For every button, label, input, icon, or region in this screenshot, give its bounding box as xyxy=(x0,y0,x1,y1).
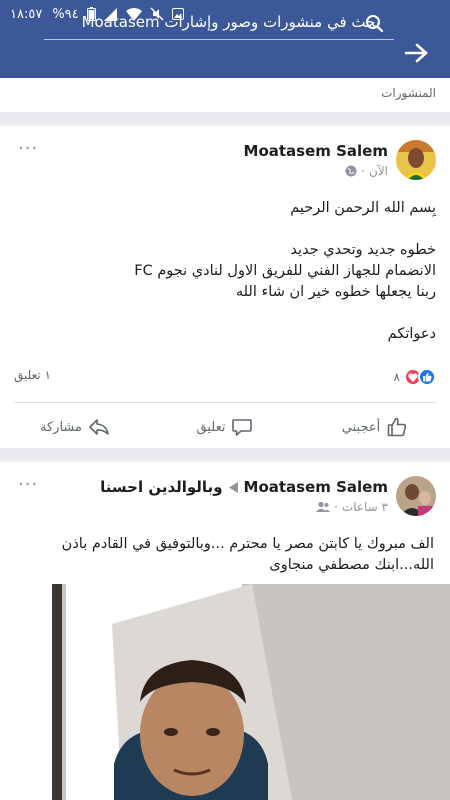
reaction-count: ٨ xyxy=(393,370,400,384)
divider xyxy=(14,402,436,403)
status-time: ١٨:٥٧ xyxy=(10,6,43,22)
avatar[interactable] xyxy=(396,140,436,180)
post-line: بِسم الله الرحمن الرحيم xyxy=(290,200,436,216)
avatar[interactable] xyxy=(396,476,436,516)
post-card: Moatasem Salem الآن · ··· بِسم الله الرح… xyxy=(0,126,450,448)
share-label: مشاركة xyxy=(40,419,82,435)
separator-dot: · xyxy=(334,500,338,514)
post-line xyxy=(14,219,436,240)
post-line xyxy=(14,303,436,324)
share-icon xyxy=(89,419,109,435)
like-button[interactable]: أعجبني xyxy=(300,412,450,442)
like-icon xyxy=(387,417,407,437)
post-body: الف مبروك يا كابتن مصر يا محترم ...وبالت… xyxy=(40,534,434,576)
post-photo[interactable] xyxy=(52,584,450,800)
post-author[interactable]: Moatasem Salem xyxy=(244,478,388,496)
reactions-summary[interactable]: ٨ xyxy=(394,368,436,386)
post-line: خطوه جديد وتحدي جديد xyxy=(290,242,436,258)
posts-section-header: المنشورات xyxy=(0,78,450,112)
post-card: وبالوالدين احسنا Moatasem Salem ٣ ساعات … xyxy=(0,462,450,800)
comment-count[interactable]: ١ تعليق xyxy=(14,368,51,382)
like-reaction-icon xyxy=(418,368,436,386)
post-line: دعواتكم xyxy=(387,326,436,342)
post-time[interactable]: الآن xyxy=(369,164,388,178)
back-arrow-icon[interactable] xyxy=(402,41,430,65)
share-button[interactable]: مشاركة xyxy=(0,412,150,442)
post-target[interactable]: وبالوالدين احسنا xyxy=(100,478,222,496)
post-meta: ٣ ساعات · xyxy=(316,500,388,514)
posts-label: المنشورات xyxy=(381,86,436,100)
friends-icon xyxy=(316,501,331,512)
separator-dot: · xyxy=(361,164,365,178)
post-time[interactable]: ٣ ساعات xyxy=(342,500,388,514)
comment-button[interactable]: تعليق xyxy=(150,412,300,442)
comment-label: تعليق xyxy=(196,419,226,435)
post-line: الف مبروك يا كابتن مصر يا محترم ...وبالت… xyxy=(61,536,434,573)
more-options-icon[interactable]: ··· xyxy=(18,474,38,495)
arrow-right-icon xyxy=(228,481,238,493)
post-body: بِسم الله الرحمن الرحيم خطوه جديد وتحدي … xyxy=(14,198,436,345)
post-line: ربنا يجعلها خطوه خير ان شاء الله xyxy=(235,284,436,300)
post-author[interactable]: Moatasem Salem xyxy=(244,142,388,160)
post-actions: أعجبني تعليق مشاركة xyxy=(0,412,450,442)
post-meta: الآن · xyxy=(345,164,388,178)
search-text[interactable]: بحث في منشورات وصور وإشارات Moatasem xyxy=(82,13,380,31)
globe-icon xyxy=(345,165,357,177)
more-options-icon[interactable]: ··· xyxy=(18,138,38,159)
post-header-line: وبالوالدين احسنا Moatasem Salem xyxy=(100,478,388,496)
comment-icon xyxy=(232,419,253,436)
post-line: الانضمام للجهاز الفني للفريق الاول لنادي… xyxy=(134,263,436,279)
like-label: أعجبني xyxy=(341,419,381,435)
